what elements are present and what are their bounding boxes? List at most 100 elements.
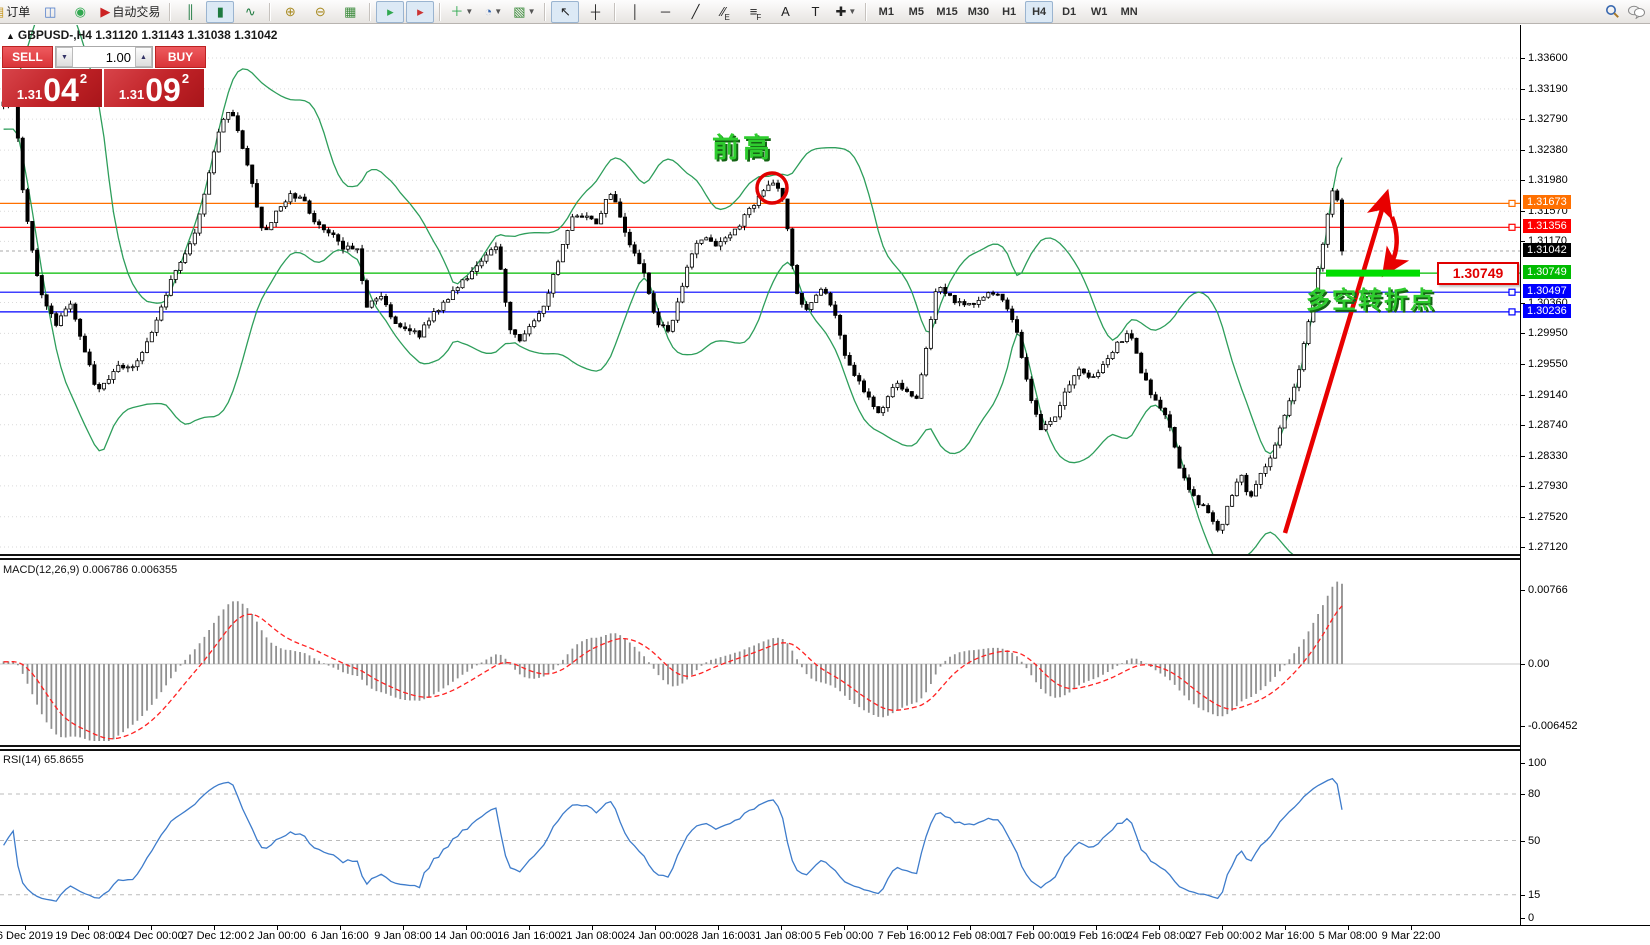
axis-tick — [1521, 395, 1525, 396]
chat-icon[interactable] — [1626, 2, 1646, 22]
rsi-pane[interactable] — [0, 752, 1520, 924]
chart-window-icon: ◫ — [44, 5, 56, 18]
one-click-trading-panel: SELL ▼ ▲ BUY 1.31 04 2 1.31 09 2 — [2, 46, 206, 107]
price-tag: 1.31356 — [1523, 219, 1571, 233]
price-axis[interactable]: 1.336001.331901.327901.323801.319801.315… — [1521, 25, 1650, 925]
arrows-icon: ✚ — [835, 5, 846, 18]
axis-tick — [1521, 58, 1525, 59]
timeframe-D1[interactable]: D1 — [1055, 1, 1083, 23]
rsi-tick-label: 100 — [1528, 757, 1546, 769]
templates-button[interactable]: ▧▼ — [509, 1, 539, 23]
rsi-label: RSI(14) 65.8655 — [3, 754, 84, 766]
sell-price-sup: 2 — [80, 71, 87, 86]
candlestick-chart-icon: ▮ — [217, 5, 224, 18]
sell-button[interactable]: SELL — [2, 46, 53, 68]
axis-tick — [1521, 150, 1525, 151]
fibonacci-button[interactable]: ≡F — [741, 1, 769, 23]
toolbar-separator — [439, 3, 441, 21]
toolbar: ▤订单◫◉▶自动交易║▮∿⊕⊖▦▸▸＋▼◔▼▧▼↖┼│─╱∕∕E≡FAT✚▼M1… — [0, 0, 1650, 24]
auto-trading-button[interactable]: ▶自动交易 — [96, 1, 164, 23]
axis-tick — [1521, 456, 1525, 457]
equidistant-channel-button[interactable]: ∕∕E — [711, 1, 739, 23]
price-tick-label: 1.32790 — [1528, 113, 1568, 125]
search-icon[interactable] — [1602, 2, 1622, 22]
axis-tick — [1521, 333, 1525, 334]
timeframe-M1[interactable]: M1 — [872, 1, 900, 23]
periods-button[interactable]: ◔▼ — [479, 1, 507, 23]
pane-divider[interactable] — [0, 554, 1650, 560]
chart-shift-button[interactable]: ▸ — [406, 1, 434, 23]
auto-scroll-button[interactable]: ▸ — [376, 1, 404, 23]
cursor-icon: ↖ — [560, 5, 571, 18]
rsi-tick-label: 15 — [1528, 889, 1540, 901]
add-indicator-button[interactable]: ＋▼ — [446, 1, 477, 23]
chart-region: ▲GBPUSD-,H4 1.31120 1.31143 1.31038 1.31… — [0, 25, 1650, 945]
new-order-button[interactable]: ▤订单 — [0, 1, 34, 23]
line-chart-button[interactable]: ∿ — [236, 1, 264, 23]
tile-windows-button[interactable]: ▦ — [336, 1, 364, 23]
trendline-button[interactable]: ╱ — [681, 1, 709, 23]
zoom-out-icon: ⊖ — [315, 5, 326, 18]
vertical-line-button[interactable]: │ — [621, 1, 649, 23]
candlestick-chart-button[interactable]: ▮ — [206, 1, 234, 23]
volume-input[interactable] — [73, 47, 135, 67]
timeframe-H1[interactable]: H1 — [995, 1, 1023, 23]
vertical-line-icon: │ — [631, 5, 639, 18]
bar-chart-button[interactable]: ║ — [176, 1, 204, 23]
signals-button[interactable]: ◉ — [66, 1, 94, 23]
price-tick-label: 1.27120 — [1528, 541, 1568, 553]
rsi-tick-label: 50 — [1528, 835, 1540, 847]
price-tick-label: 1.33190 — [1528, 83, 1568, 95]
sell-price-big: 04 — [43, 77, 79, 104]
axis-tick — [1521, 89, 1525, 90]
zoom-in-icon: ⊕ — [285, 5, 296, 18]
timeframe-H4[interactable]: H4 — [1025, 1, 1053, 23]
text-button[interactable]: A — [771, 1, 799, 23]
auto-trading-icon: ▶ — [100, 5, 110, 18]
rsi-tick-label: 0 — [1528, 912, 1534, 924]
sell-price-small: 1.31 — [17, 87, 42, 102]
timeframe-MN[interactable]: MN — [1115, 1, 1143, 23]
volume-up-button[interactable]: ▲ — [135, 47, 152, 67]
chevron-down-icon: ▼ — [494, 7, 502, 16]
buy-button[interactable]: BUY — [155, 46, 206, 68]
macd-tick-label: 0.00 — [1528, 658, 1549, 670]
timeframe-M15[interactable]: M15 — [932, 1, 961, 23]
zoom-out-button[interactable]: ⊖ — [306, 1, 334, 23]
buy-price-sup: 2 — [182, 71, 189, 86]
cursor-button[interactable]: ↖ — [551, 1, 579, 23]
timeframe-M30[interactable]: M30 — [964, 1, 993, 23]
axis-tick — [1521, 547, 1525, 548]
macd-tick-label: -0.006452 — [1528, 720, 1578, 732]
macd-pane[interactable] — [0, 561, 1520, 745]
price-tick-label: 1.29550 — [1528, 358, 1568, 370]
price-tag: 1.30749 — [1523, 265, 1571, 279]
text-label-button[interactable]: T — [801, 1, 829, 23]
chart-shift-icon: ▸ — [417, 5, 424, 18]
arrows-button[interactable]: ✚▼ — [831, 1, 860, 23]
price-tick-label: 1.27930 — [1528, 480, 1568, 492]
axis-tick — [1521, 119, 1525, 120]
crosshair-button[interactable]: ┼ — [581, 1, 609, 23]
text-icon: A — [781, 5, 790, 18]
main-chart-canvas[interactable] — [0, 25, 1520, 554]
time-axis[interactable]: 6 Dec 201919 Dec 08:0024 Dec 00:0027 Dec… — [0, 926, 1650, 945]
sell-price-panel[interactable]: 1.31 04 2 — [2, 69, 102, 107]
volume-down-button[interactable]: ▼ — [56, 47, 73, 67]
rsi-tick-label: 80 — [1528, 788, 1540, 800]
zoom-in-button[interactable]: ⊕ — [276, 1, 304, 23]
timeframe-W1[interactable]: W1 — [1085, 1, 1113, 23]
buy-price-panel[interactable]: 1.31 09 2 — [104, 69, 204, 107]
timeframe-M5[interactable]: M5 — [902, 1, 930, 23]
buy-price-big: 09 — [145, 77, 181, 104]
pane-divider[interactable] — [0, 745, 1650, 751]
axis-tick — [1521, 364, 1525, 365]
price-tag: 1.31673 — [1523, 195, 1571, 209]
add-indicator-icon: ＋ — [450, 5, 463, 18]
time-tick-label: 9 Mar 22:00 — [1366, 930, 1456, 942]
signals-icon: ◉ — [75, 5, 86, 18]
price-tick-label: 1.28740 — [1528, 419, 1568, 431]
horizontal-line-button[interactable]: ─ — [651, 1, 679, 23]
toolbar-separator — [169, 3, 171, 21]
chart-window-button[interactable]: ◫ — [36, 1, 64, 23]
